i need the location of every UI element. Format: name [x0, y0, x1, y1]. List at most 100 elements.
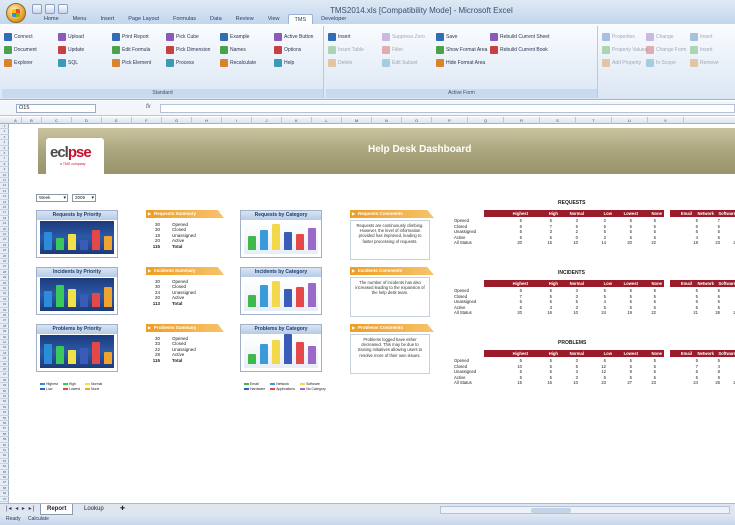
ribbon-btn-rebuild-current-book[interactable]: Rebuild Current Book — [490, 45, 548, 55]
table-header-cell: None — [651, 351, 662, 356]
ribbon-btn-process[interactable]: Process — [166, 58, 194, 68]
tab-insert[interactable]: Insert — [94, 14, 120, 24]
ribbon-btn-connect[interactable]: Connect — [4, 32, 33, 42]
ribbon-btn-example[interactable]: Example — [220, 32, 249, 42]
sheet-nav-arrows[interactable]: |◂ ◂ ▸ ▸| — [6, 505, 35, 512]
column-header[interactable]: R — [504, 117, 540, 124]
column-header[interactable]: E — [102, 117, 132, 124]
ribbon-btn-pick-element[interactable]: Pick Element — [112, 58, 151, 68]
ribbon-btn-insert-table[interactable]: Insert Table — [328, 45, 364, 55]
ribbon-btn-label: Rebuild Current Sheet — [500, 34, 550, 40]
ribbon-btn-change-form[interactable]: Change Form — [646, 45, 687, 55]
column-header[interactable]: S — [540, 117, 576, 124]
column-header[interactable]: Q — [468, 117, 504, 124]
ribbon-btn-options[interactable]: Options — [274, 45, 301, 55]
ribbon-btn-suppress-zero[interactable]: Suppress Zero — [382, 32, 425, 42]
ribbon-btn-pick-dimension[interactable]: Pick Dimension — [166, 45, 210, 55]
name-box[interactable]: O15 — [16, 104, 96, 113]
tab-menu[interactable]: Menu — [67, 14, 93, 24]
row-header[interactable]: 70 — [0, 497, 9, 502]
tab-home[interactable]: Home — [38, 14, 65, 24]
column-header[interactable]: B — [22, 117, 42, 124]
column-header[interactable]: O — [402, 117, 432, 124]
fx-icon[interactable]: fx — [146, 104, 151, 110]
chart-plot-area — [40, 221, 114, 254]
chart-problems-by-category[interactable]: Problems by Category — [240, 324, 322, 372]
ribbon-btn-properties[interactable]: Properties — [602, 32, 635, 42]
formula-input[interactable] — [160, 104, 735, 113]
column-header[interactable]: J — [252, 117, 282, 124]
worksheet[interactable]: Help Desk Dashboard eclpse a TMS company… — [10, 124, 735, 503]
ribbon-btn-edit-formula[interactable]: Edit Formula — [112, 45, 150, 55]
column-header[interactable]: N — [372, 117, 402, 124]
column-header[interactable]: P — [432, 117, 468, 124]
ribbon-btn-insert[interactable]: Insert — [328, 32, 351, 42]
office-button[interactable] — [6, 3, 26, 23]
tab-review[interactable]: Review — [230, 14, 260, 24]
period-select[interactable]: Week — [36, 194, 68, 202]
column-header[interactable]: H — [192, 117, 222, 124]
column-header[interactable]: L — [312, 117, 342, 124]
ribbon-btn-upload[interactable]: Upload — [58, 32, 84, 42]
redo-icon[interactable] — [58, 4, 68, 14]
tab-tms[interactable]: TMS — [287, 14, 314, 24]
ribbon-btn-active-button[interactable]: Active Button — [274, 32, 313, 42]
ribbon-btn-sql[interactable]: SQL — [58, 58, 78, 68]
sheet-tab-report[interactable]: Report — [40, 504, 74, 515]
ribbon-btn-explorer[interactable]: Explorer — [4, 58, 33, 68]
ribbon-btn-insert[interactable]: Insert — [690, 45, 713, 55]
column-header[interactable]: C — [42, 117, 72, 124]
tab-page-layout[interactable]: Page Layout — [122, 14, 165, 24]
column-header[interactable]: T — [576, 117, 612, 124]
tab-view[interactable]: View — [262, 14, 286, 24]
column-header[interactable]: I — [222, 117, 252, 124]
ribbon-btn-print-report[interactable]: Print Report — [112, 32, 149, 42]
ribbon-btn-remove[interactable]: Remove — [690, 58, 719, 68]
ribbon-btn-delete[interactable]: Delete — [328, 58, 352, 68]
ribbon-btn-names[interactable]: Names — [220, 45, 246, 55]
column-header[interactable]: A — [10, 117, 22, 124]
horizontal-scrollbar[interactable] — [440, 506, 730, 514]
ribbon-btn-document[interactable]: Document — [4, 45, 37, 55]
ribbon-btn-label: Edit Subset — [392, 60, 418, 66]
ribbon-btn-hide-format-area[interactable]: Hide Format Area — [436, 58, 485, 68]
ribbon-btn-show-format-area[interactable]: Show Format Area — [436, 45, 487, 55]
column-header[interactable]: G — [162, 117, 192, 124]
save-icon[interactable] — [32, 4, 42, 14]
column-header[interactable]: K — [282, 117, 312, 124]
tab-data[interactable]: Data — [204, 14, 228, 24]
insert-sheet-icon[interactable]: ✚ — [114, 504, 128, 515]
ribbon-btn-in-scope[interactable]: In Scope — [646, 58, 676, 68]
table-cell: 26 — [715, 310, 720, 315]
ribbon-btn-save[interactable]: Save — [436, 32, 457, 42]
ribbon-btn-insert[interactable]: Insert — [690, 32, 713, 42]
sheet-tab-lookup[interactable]: Lookup — [78, 504, 110, 515]
column-header[interactable]: D — [72, 117, 102, 124]
ribbon-btn-edit-subset[interactable]: Edit Subset — [382, 58, 418, 68]
chart-requests-by-priority[interactable]: Requests by Priority — [36, 210, 118, 258]
chart-requests-by-category[interactable]: Requests by Category — [240, 210, 322, 258]
column-header[interactable]: F — [132, 117, 162, 124]
ribbon-btn-rebuild-current-sheet[interactable]: Rebuild Current Sheet — [490, 32, 549, 42]
ribbon-btn-update[interactable]: Update — [58, 45, 84, 55]
ribbon-btn-help[interactable]: Help — [274, 58, 294, 68]
chart-problems-by-priority[interactable]: Problems by Priority — [36, 324, 118, 372]
ribbon-btn-property-values[interactable]: Property Values — [602, 45, 647, 55]
chart-incidents-by-priority[interactable]: Incidents by Priority — [36, 267, 118, 315]
ribbon-btn-recalculate[interactable]: Recalculate — [220, 58, 256, 68]
ribbon-btn-add-property[interactable]: Add Property — [602, 58, 641, 68]
column-header[interactable]: M — [342, 117, 372, 124]
table-cell: 18 — [693, 240, 698, 245]
ribbon-btn-change[interactable]: Change — [646, 32, 674, 42]
tab-developer[interactable]: Developer — [315, 14, 352, 24]
legend-swatch — [40, 383, 45, 386]
column-header[interactable]: V — [648, 117, 684, 124]
undo-icon[interactable] — [45, 4, 55, 14]
chart-incidents-by-category[interactable]: Incidents by Category — [240, 267, 322, 315]
ribbon-btn-pick-cube[interactable]: Pick Cube — [166, 32, 199, 42]
tab-formulas[interactable]: Formulas — [167, 14, 202, 24]
scroll-thumb[interactable] — [531, 508, 571, 513]
ribbon-btn-filter[interactable]: Filter — [382, 45, 403, 55]
column-header[interactable]: U — [612, 117, 648, 124]
year-select[interactable]: 2009 — [72, 194, 96, 202]
